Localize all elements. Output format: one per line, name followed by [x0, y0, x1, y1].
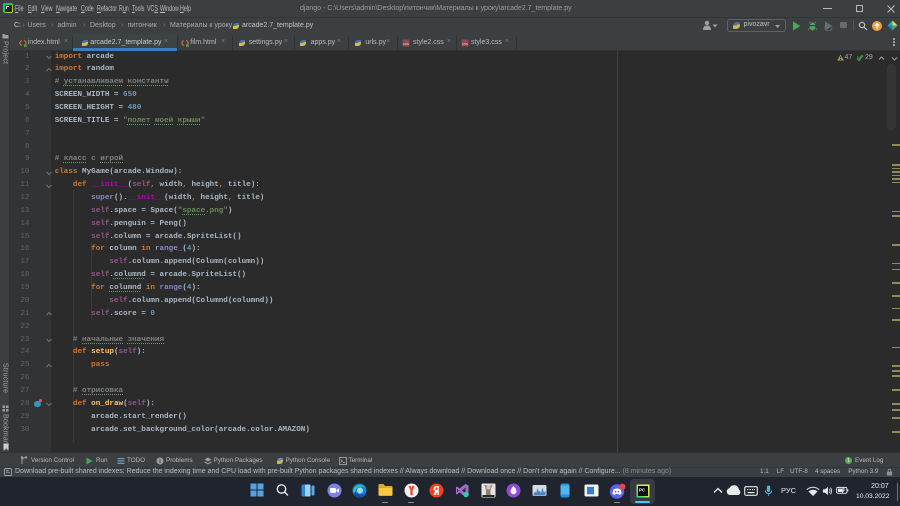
svg-text:css: css: [462, 40, 468, 45]
svg-text:css: css: [403, 40, 409, 45]
svg-text:PC: PC: [639, 487, 646, 492]
